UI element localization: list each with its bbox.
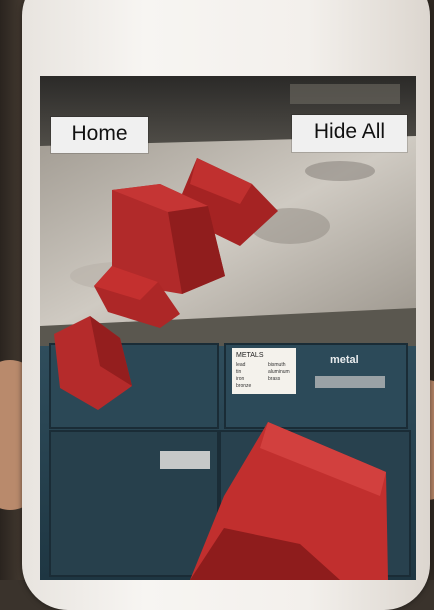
metals-note-line-1: lead [236,362,246,368]
ar-screen[interactable]: METALS lead tin iron bronze bismuth alum… [40,76,416,580]
drawer-label-metal: metal [330,354,359,366]
metals-note-title: METALS [236,352,264,359]
metals-note-line-2: tin [236,369,242,375]
metals-note-line-5: bismuth [268,362,286,368]
metals-note-line-6: aluminum [268,369,290,375]
wall-pipes [290,84,400,104]
drawer-handle [315,376,385,388]
metals-note-line-4: bronze [236,383,252,389]
home-button[interactable]: Home [51,117,148,153]
metals-note-line-3: iron [236,376,245,382]
hide-all-button[interactable]: Hide All [292,115,407,152]
metals-note-line-7: brass [268,376,281,382]
stain-2 [305,161,375,181]
drawer-card [160,451,210,469]
